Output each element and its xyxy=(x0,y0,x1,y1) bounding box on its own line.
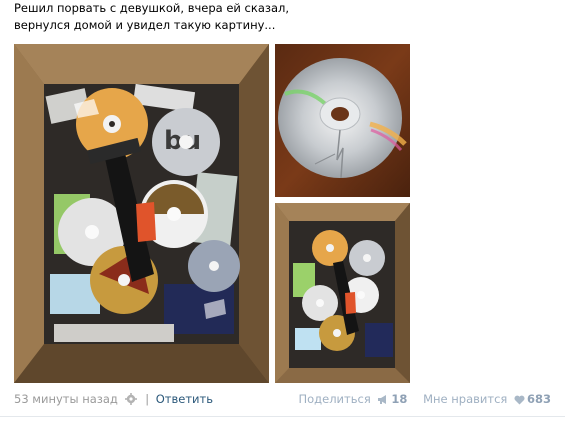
post-actions: Поделиться 18 Мне нравится 683 xyxy=(299,391,552,409)
post-text: Решил порвать с девушкой, вчера ей сказа… xyxy=(14,0,314,34)
post-footer: 53 минуты назад | Ответить Поделиться 18 xyxy=(14,391,551,407)
post-time[interactable]: 53 минуты назад xyxy=(14,392,118,406)
photo-broken-discs-box-image: bu xyxy=(14,44,269,383)
share-button[interactable]: Поделиться 18 xyxy=(299,392,412,406)
post-text-line-1: Решил порвать с девушкой, вчера ей сказа… xyxy=(14,1,290,15)
photo-broken-discs-box-2[interactable] xyxy=(275,203,410,383)
photo-broken-discs-box-2-image xyxy=(275,203,410,383)
post-text-line-2: вернулся домой и увидел такую картину... xyxy=(14,18,276,32)
post-divider xyxy=(0,416,565,417)
like-button[interactable]: Мне нравится 683 xyxy=(423,392,551,406)
heart-icon xyxy=(514,393,525,409)
photo-cracked-cd[interactable] xyxy=(275,44,410,197)
share-count: 18 xyxy=(391,392,408,406)
gear-icon[interactable] xyxy=(124,393,137,405)
like-count: 683 xyxy=(526,392,551,406)
post-meta: 53 минуты назад | Ответить xyxy=(14,391,213,407)
photo-cracked-cd-image xyxy=(275,44,410,197)
like-label: Мне нравится xyxy=(423,392,508,406)
megaphone-icon xyxy=(377,393,389,409)
photo-broken-discs-box[interactable]: bu xyxy=(14,44,269,383)
share-label: Поделиться xyxy=(298,392,371,406)
separator: | xyxy=(145,392,150,406)
reply-link[interactable]: Ответить xyxy=(156,392,213,406)
